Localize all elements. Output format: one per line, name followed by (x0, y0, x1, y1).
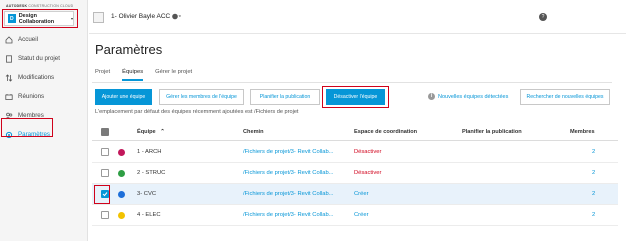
sidebar-item-statut[interactable]: Statut du projet (0, 49, 88, 68)
members-count[interactable]: 2 (592, 212, 595, 218)
default-location-note: L'emplacement par défaut des équipes réc… (95, 109, 299, 115)
team-path[interactable]: /Fichiers de projet/3- Revit Collab... (243, 212, 334, 218)
project-title: 1- Olivier Bayle ACC (111, 13, 171, 20)
tab-divider (92, 82, 612, 83)
header-team[interactable]: Équipe ⌃ (137, 129, 165, 135)
brand-prefix: AUTODESK (6, 4, 28, 8)
sort-up-icon: ⌃ (160, 129, 165, 135)
document-icon (5, 54, 13, 63)
team-name: 4 - ELEC (137, 212, 161, 218)
new-teams-detected: i Nouvelles équipes détectées (428, 93, 508, 100)
row-checkbox[interactable] (101, 148, 109, 156)
annotation-project-box (2, 9, 78, 28)
meeting-icon (5, 93, 13, 101)
team-color-dot (118, 170, 125, 177)
tab-equipes[interactable]: Équipes (122, 69, 144, 81)
annotation-settings-box (1, 118, 53, 137)
team-color-dot (118, 191, 125, 198)
sidebar-item-label: Réunions (18, 93, 45, 100)
brand-suffix: CONSTRUCTION CLOUD (28, 4, 74, 8)
team-path[interactable]: /Fichiers de projet/3- Revit Collab... (243, 191, 334, 197)
members-count[interactable]: 2 (592, 191, 595, 197)
team-color-dot (118, 212, 125, 219)
annotation-checkbox-box (94, 185, 110, 204)
sidebar-item-label: Accueil (18, 36, 38, 43)
brand-label: AUTODESK CONSTRUCTION CLOUD (6, 4, 73, 8)
settings-tabs: Projet Équipes Gérer le projet (95, 69, 192, 81)
sidebar-item-label: Statut du projet (18, 55, 60, 62)
table-row[interactable]: 2 - STRUC /Fichiers de projet/3- Revit C… (92, 163, 618, 184)
members-count[interactable]: 2 (592, 170, 595, 176)
help-icon[interactable]: ? (539, 13, 547, 21)
team-name: 3- CVC (137, 191, 157, 197)
header-space: Espace de coordination (354, 129, 418, 135)
space-action[interactable]: Créer (354, 191, 369, 197)
schedule-publish-button[interactable]: Planifier la publication (250, 89, 320, 105)
table-row-selected[interactable]: 3- CVC /Fichiers de projet/3- Revit Coll… (92, 184, 618, 205)
manage-members-button[interactable]: Gérer les membres de l'équipe (159, 89, 244, 105)
annotation-deactivate-box (322, 86, 389, 108)
space-action[interactable]: Désactiver (354, 170, 381, 176)
teams-table-header: Équipe ⌃ Chemin Espace de coordination P… (92, 123, 618, 141)
info-icon: i (428, 93, 435, 100)
sidebar-item-modifications[interactable]: Modifications (0, 68, 88, 87)
row-checkbox[interactable] (101, 169, 109, 177)
space-action[interactable]: Créer (354, 212, 369, 218)
add-team-button[interactable]: Ajouter une équipe (95, 89, 152, 105)
home-icon (5, 35, 13, 44)
sidebar-item-accueil[interactable]: Accueil (0, 30, 88, 49)
sidebar-item-reunions[interactable]: Réunions (0, 87, 88, 106)
search-new-teams-button[interactable]: Rechercher de nouvelles équipes (520, 89, 610, 105)
space-action[interactable]: Désactiver (354, 149, 381, 155)
new-teams-label: Nouvelles équipes détectées (438, 93, 509, 100)
project-thumbnail (93, 12, 104, 23)
tab-projet[interactable]: Projet (95, 69, 110, 81)
row-checkbox[interactable] (101, 211, 109, 219)
members-count[interactable]: 2 (592, 149, 595, 155)
sort-icon (5, 73, 13, 82)
tab-gerer-projet[interactable]: Gérer le projet (155, 69, 192, 81)
page-title: Paramètres (95, 42, 163, 57)
top-bar: 1- Olivier Bayle ACC ? (89, 0, 626, 34)
table-row[interactable]: 1 - ARCH /Fichiers de projet/3- Revit Co… (92, 142, 618, 163)
sidebar-item-label: Modifications (18, 74, 55, 81)
header-team-label: Équipe (137, 129, 156, 135)
team-path[interactable]: /Fichiers de projet/3- Revit Collab... (243, 149, 334, 155)
team-path[interactable]: /Fichiers de projet/3- Revit Collab... (243, 170, 334, 176)
team-name: 1 - ARCH (137, 149, 162, 155)
table-row[interactable]: 4 - ELEC /Fichiers de projet/3- Revit Co… (92, 205, 618, 226)
header-path: Chemin (243, 129, 264, 135)
header-schedule: Planifier la publication (462, 129, 522, 135)
team-name: 2 - STRUC (137, 170, 166, 176)
team-color-dot (118, 149, 125, 156)
select-all-checkbox[interactable] (101, 128, 109, 136)
globe-icon[interactable] (172, 13, 181, 22)
header-members: Membres (570, 129, 595, 135)
